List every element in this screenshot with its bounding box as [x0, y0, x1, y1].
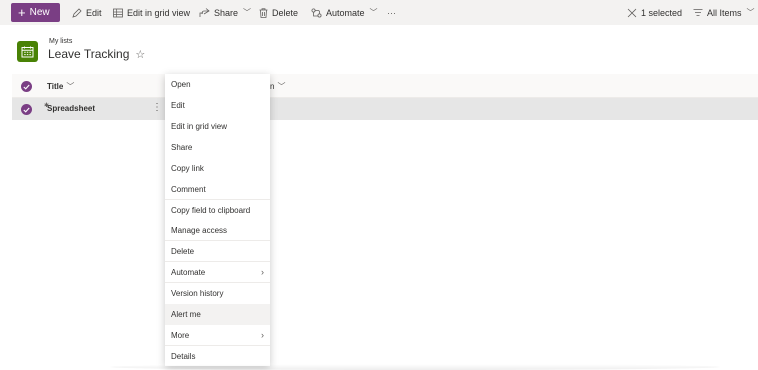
page-title: Leave Tracking ☆	[48, 47, 145, 61]
command-bar: + New Edit Edit in grid view Share ﹀ Del…	[0, 0, 758, 25]
chevron-right-icon: ›	[261, 330, 264, 340]
star-icon[interactable]: ☆	[135, 48, 145, 61]
row-title[interactable]: Spreadsheet	[47, 104, 95, 113]
chevron-down-icon: ﹀	[66, 82, 75, 91]
automate-icon	[311, 7, 322, 18]
delete-button-label: Delete	[272, 7, 299, 18]
menu-item-manage-access[interactable]: Manage access	[165, 220, 270, 241]
chevron-down-icon: ﹀	[746, 8, 755, 17]
automate-button[interactable]: Automate ﹀	[311, 0, 378, 25]
panel-shadow	[110, 364, 720, 370]
edit-grid-view-button[interactable]: Edit in grid view	[113, 0, 190, 25]
more-commands-button[interactable]: ···	[387, 0, 396, 25]
row-checkbox[interactable]	[21, 104, 32, 115]
trash-icon	[259, 7, 268, 18]
table-row[interactable]	[12, 98, 758, 120]
close-icon	[627, 8, 637, 18]
chevron-down-icon: ﹀	[369, 8, 378, 17]
edit-button[interactable]: Edit	[72, 0, 102, 25]
menu-item-automate-label: Automate	[171, 268, 206, 277]
chevron-down-icon: ﹀	[243, 8, 252, 17]
menu-item-edit[interactable]: Edit	[165, 95, 270, 116]
menu-item-open[interactable]: Open	[165, 74, 270, 95]
more-icon: ···	[387, 7, 396, 18]
list-title-text: Leave Tracking	[48, 47, 130, 61]
new-button[interactable]: + New	[11, 3, 60, 22]
column-second-label: n	[270, 82, 275, 91]
menu-item-version-history[interactable]: Version history	[165, 283, 270, 304]
list-icon	[17, 41, 38, 62]
context-menu: Open Edit Edit in grid view Share Copy l…	[165, 74, 270, 366]
menu-item-copy-field[interactable]: Copy field to clipboard	[165, 200, 270, 221]
pencil-icon	[72, 7, 82, 18]
menu-item-delete[interactable]: Delete	[165, 241, 270, 262]
filter-lines-icon	[693, 8, 703, 17]
menu-item-more[interactable]: More ›	[165, 325, 270, 346]
selection-count: 1 selected	[641, 7, 683, 18]
plus-icon: +	[18, 4, 26, 20]
view-name: All Items	[707, 7, 742, 18]
menu-item-more-label: More	[171, 331, 190, 340]
more-vertical-icon[interactable]: ⋮	[152, 102, 162, 113]
menu-item-alert-me[interactable]: Alert me	[165, 304, 270, 325]
column-title-label: Title	[47, 82, 64, 91]
share-button[interactable]: Share ﹀	[199, 0, 251, 25]
column-header-second[interactable]: n ﹀	[270, 81, 285, 92]
share-icon	[199, 7, 210, 18]
view-switcher[interactable]: All Items ﹀	[693, 0, 755, 25]
grid-header	[12, 74, 758, 98]
edit-grid-view-label: Edit in grid view	[127, 7, 191, 18]
select-all-checkbox[interactable]	[21, 81, 32, 92]
new-button-label: New	[29, 7, 50, 18]
menu-item-share[interactable]: Share	[165, 137, 270, 158]
automate-button-label: Automate	[326, 7, 365, 18]
chevron-down-icon: ﹀	[277, 82, 286, 91]
column-header-title[interactable]: Title ﹀	[47, 81, 74, 92]
delete-button[interactable]: Delete	[259, 0, 298, 25]
menu-item-automate[interactable]: Automate ›	[165, 262, 270, 283]
menu-item-copy-link[interactable]: Copy link	[165, 158, 270, 179]
chevron-right-icon: ›	[261, 267, 264, 277]
grid-icon	[113, 8, 123, 18]
share-button-label: Share	[214, 7, 239, 18]
breadcrumb[interactable]: My lists	[49, 38, 72, 45]
menu-item-edit-in-grid-view[interactable]: Edit in grid view	[165, 116, 270, 137]
edit-button-label: Edit	[86, 7, 102, 18]
menu-item-comment[interactable]: Comment	[165, 179, 270, 200]
clear-selection-button[interactable]: 1 selected	[627, 0, 682, 25]
